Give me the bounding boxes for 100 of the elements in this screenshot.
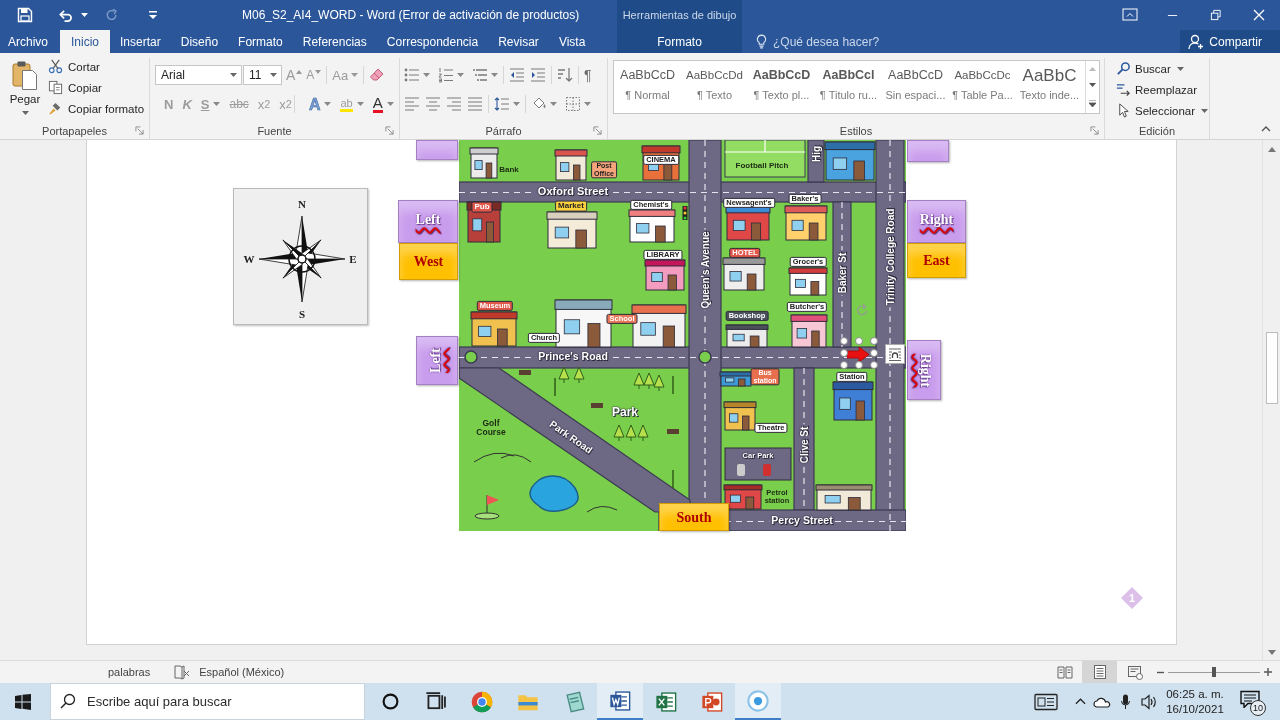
ribbon-tab[interactable]: Insertar — [110, 30, 171, 53]
resize-handle[interactable] — [840, 337, 848, 345]
ribbon-options-icon[interactable] — [1121, 7, 1138, 23]
style-option[interactable]: AaBbCcD ¶ Texto pl... — [748, 61, 815, 113]
caret-icon[interactable] — [21, 111, 29, 115]
word-count-label[interactable]: palabras — [108, 666, 151, 678]
numbering-icon[interactable] — [438, 67, 454, 83]
windows-logo-icon[interactable] — [14, 693, 31, 710]
style-option[interactable]: AaBbCcl ¶ Titulo ru... — [815, 61, 882, 113]
caret-icon[interactable] — [213, 102, 221, 106]
caret-icon[interactable] — [270, 73, 277, 77]
cut-button[interactable]: Cortar — [48, 56, 145, 77]
save-icon[interactable] — [17, 7, 33, 23]
line-spacing-icon[interactable] — [494, 96, 510, 112]
news-icon[interactable] — [1034, 692, 1058, 711]
undo-icon[interactable] — [58, 7, 73, 23]
select-button[interactable]: Seleccionar — [1116, 100, 1209, 121]
ribbon-tab[interactable]: Revisar — [488, 30, 549, 53]
rotate-handle-icon[interactable] — [856, 304, 870, 318]
scroll-down-icon[interactable] — [1267, 650, 1276, 655]
ribbon-tab[interactable]: Archivo — [0, 30, 60, 53]
caret-icon[interactable] — [457, 73, 464, 77]
dialog-launcher-icon[interactable] — [593, 126, 602, 135]
clear-formatting-icon[interactable] — [369, 67, 386, 83]
taskbar-button[interactable] — [597, 683, 643, 720]
dialog-launcher-icon[interactable] — [385, 126, 394, 135]
decrease-indent-icon[interactable] — [509, 67, 525, 83]
style-option[interactable]: AaBbCcDd ¶ Texto — [681, 61, 748, 113]
resize-handle[interactable] — [855, 361, 863, 369]
font-name-field[interactable]: Arial — [155, 65, 242, 85]
caret-icon[interactable] — [584, 102, 591, 106]
proofing-icon[interactable] — [174, 664, 191, 680]
paste-button[interactable]: Pegar — [9, 60, 41, 105]
increase-indent-icon[interactable] — [530, 67, 546, 83]
ribbon-tab[interactable]: Vista — [548, 30, 596, 53]
ribbon-tab[interactable]: Formato — [228, 30, 293, 53]
multilevel-list-icon[interactable] — [472, 67, 488, 83]
scroll-down-icon[interactable] — [1089, 83, 1096, 88]
search-field[interactable]: Escribe aquí para buscar — [50, 683, 365, 720]
style-option[interactable]: AaBbCcD ¶ Normal — [614, 61, 681, 113]
ribbon-tab[interactable]: Correspondencia — [376, 30, 489, 53]
dialog-launcher-icon[interactable] — [135, 126, 144, 135]
ribbon-tab[interactable]: Formato — [639, 30, 720, 53]
resize-handle[interactable] — [870, 337, 878, 345]
ribbon-tab[interactable]: Diseño — [170, 30, 229, 53]
scrollbar-thumb[interactable] — [1265, 332, 1278, 404]
tell-me-field[interactable]: ¿Qué desea hacer? — [773, 34, 903, 49]
resize-handle[interactable] — [870, 361, 878, 369]
caret-icon[interactable] — [1176, 66, 1184, 71]
resize-handle[interactable] — [870, 349, 878, 357]
close-icon[interactable] — [1252, 9, 1265, 21]
sort-icon[interactable] — [557, 67, 573, 83]
copy-button[interactable]: Copiar — [48, 77, 145, 98]
caret-icon[interactable] — [491, 73, 498, 77]
bullets-icon[interactable] — [404, 67, 420, 83]
ribbon-tab[interactable]: Inicio — [60, 30, 111, 53]
scroll-up-icon[interactable] — [1267, 147, 1276, 152]
caret-icon[interactable] — [324, 102, 332, 106]
microphone-icon[interactable] — [1121, 693, 1130, 710]
customize-icon[interactable] — [149, 11, 157, 19]
print-layout-button[interactable] — [1082, 661, 1117, 683]
replace-button[interactable]: Reemplazar — [1116, 79, 1209, 100]
share-button[interactable]: Compartir — [1180, 30, 1280, 53]
font-size-field[interactable]: 11 — [243, 65, 282, 85]
font-color-button[interactable]: A — [372, 95, 383, 113]
caret-icon[interactable] — [386, 102, 394, 106]
collapse-ribbon-icon[interactable] — [1261, 125, 1271, 133]
borders-icon[interactable] — [565, 96, 581, 112]
zoom-in-icon[interactable] — [1264, 668, 1272, 676]
caret-icon[interactable] — [81, 13, 88, 17]
language-label[interactable]: Español (México) — [199, 666, 285, 678]
vertical-scrollbar[interactable] — [1262, 140, 1280, 660]
resize-handle[interactable] — [855, 337, 863, 345]
show-hidden-icons-icon[interactable] — [1075, 698, 1086, 705]
layout-options-icon[interactable] — [885, 344, 905, 364]
restore-icon[interactable] — [1209, 9, 1222, 21]
style-option[interactable]: AaBbC Texto inde... — [1016, 61, 1083, 113]
group-label: Portapapeles — [42, 124, 107, 137]
clock-time[interactable]: 06:25 a. m. — [1166, 686, 1224, 702]
caret-icon[interactable] — [423, 73, 430, 77]
resize-handle[interactable] — [840, 361, 848, 369]
caret-icon[interactable] — [1201, 108, 1209, 113]
caret-icon[interactable] — [230, 73, 237, 77]
caret-icon[interactable] — [356, 102, 364, 106]
clock-date[interactable]: 16/10/2021 — [1166, 701, 1224, 717]
style-option[interactable]: AaBbCcDc ¶ Table Pa... — [949, 61, 1016, 113]
format-painter-button[interactable]: Copiar formato — [48, 98, 145, 119]
caret-icon[interactable] — [550, 102, 557, 106]
caret-icon[interactable] — [513, 102, 520, 106]
resize-handle[interactable] — [840, 349, 848, 357]
more-styles-icon[interactable] — [1089, 99, 1096, 107]
style-option[interactable]: AaBbCcD Sin espaci... — [882, 61, 949, 113]
slider-thumb[interactable] — [1212, 667, 1216, 677]
speaker-icon[interactable] — [1141, 693, 1158, 710]
find-button[interactable]: Buscar — [1116, 58, 1209, 79]
dialog-launcher-icon[interactable] — [1090, 126, 1099, 135]
show-marks-button[interactable]: ¶ — [584, 67, 592, 83]
street-name: Clive St — [798, 424, 810, 466]
ribbon-tab[interactable]: Referencias — [292, 30, 377, 53]
cloud-icon[interactable] — [1093, 695, 1111, 708]
